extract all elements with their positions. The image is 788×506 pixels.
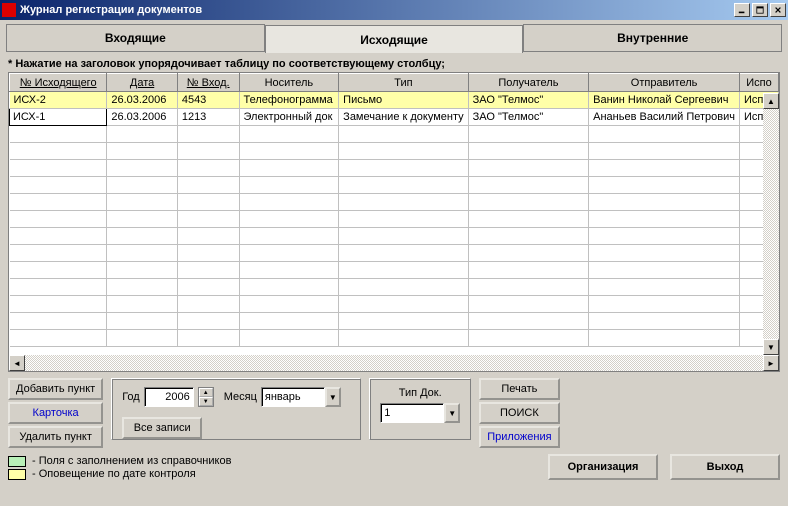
print-button[interactable]: Печать bbox=[479, 378, 559, 400]
attachments-button[interactable]: Приложения bbox=[479, 426, 559, 448]
table-row[interactable]: ИСХ-2 26.03.2006 4543 Телефонограмма Пис… bbox=[10, 92, 779, 109]
table-row-empty bbox=[10, 126, 779, 143]
documents-table: № Исходящего Дата № Вход. Носитель Тип П… bbox=[9, 73, 779, 347]
tab-internal[interactable]: Внутренние bbox=[523, 24, 782, 52]
table-row-empty bbox=[10, 177, 779, 194]
cell-recipient[interactable]: ЗАО "Телмос" bbox=[468, 109, 589, 126]
scroll-left-icon[interactable]: ◄ bbox=[9, 355, 25, 371]
cell-type[interactable]: Замечание к документу bbox=[339, 109, 468, 126]
tab-incoming[interactable]: Входящие bbox=[6, 24, 265, 52]
table-row-empty bbox=[10, 279, 779, 296]
table-row-empty bbox=[10, 262, 779, 279]
col-sender[interactable]: Отправитель bbox=[589, 74, 740, 92]
minimize-button[interactable] bbox=[734, 3, 750, 17]
legend-green-label: - Поля с заполнением из справочников bbox=[32, 455, 231, 467]
legend-yellow-label: - Оповещение по дате контроля bbox=[32, 468, 196, 480]
doctype-label: Тип Док. bbox=[399, 387, 442, 399]
table-row-empty bbox=[10, 194, 779, 211]
legend: - Поля с заполнением из справочников - О… bbox=[8, 454, 536, 481]
vertical-scrollbar[interactable]: ▲ ▼ bbox=[763, 93, 779, 355]
search-button[interactable]: ПОИСК bbox=[479, 402, 559, 424]
legend-swatch-yellow bbox=[8, 469, 26, 480]
cell-out-no-editing[interactable]: ИСХ-1 bbox=[10, 109, 107, 126]
cell-in-no[interactable]: 4543 bbox=[177, 92, 239, 109]
table-row-empty bbox=[10, 313, 779, 330]
cell-sender[interactable]: Ананьев Василий Петрович bbox=[589, 109, 740, 126]
close-button[interactable] bbox=[770, 3, 786, 17]
cell-out-no[interactable]: ИСХ-2 bbox=[10, 92, 107, 109]
month-select[interactable]: январь ▼ bbox=[261, 387, 341, 407]
grid-container: № Исходящего Дата № Вход. Носитель Тип П… bbox=[8, 72, 780, 372]
table-row-empty bbox=[10, 330, 779, 347]
organization-button[interactable]: Организация bbox=[548, 454, 658, 480]
scroll-down-icon[interactable]: ▼ bbox=[763, 339, 779, 355]
spin-down-icon[interactable]: ▼ bbox=[199, 397, 213, 406]
tab-strip: Входящие Исходящие Внутренние bbox=[6, 24, 782, 52]
table-row-empty bbox=[10, 143, 779, 160]
card-button[interactable]: Карточка bbox=[8, 402, 103, 424]
doctype-select[interactable]: 1 ▼ bbox=[380, 403, 460, 423]
scroll-right-icon[interactable]: ► bbox=[763, 355, 779, 371]
sort-hint: * Нажатие на заголовок упорядочивает таб… bbox=[8, 58, 780, 70]
add-item-button[interactable]: Добавить пункт bbox=[8, 378, 103, 400]
doctype-fieldset: Тип Док. 1 ▼ bbox=[369, 378, 471, 440]
chevron-down-icon[interactable]: ▼ bbox=[444, 403, 460, 423]
table-row-empty bbox=[10, 160, 779, 177]
col-carrier[interactable]: Носитель bbox=[239, 74, 339, 92]
legend-swatch-green bbox=[8, 456, 26, 467]
table-row-empty bbox=[10, 228, 779, 245]
cell-sender[interactable]: Ванин Николай Сергеевич bbox=[589, 92, 740, 109]
tab-outgoing[interactable]: Исходящие bbox=[265, 25, 524, 53]
exit-button[interactable]: Выход bbox=[670, 454, 780, 480]
filter-fieldset: Год 2006 ▲ ▼ Месяц январь ▼ Все записи bbox=[111, 378, 361, 440]
app-icon bbox=[2, 3, 16, 17]
year-input[interactable]: 2006 bbox=[144, 387, 194, 407]
maximize-button[interactable] bbox=[752, 3, 768, 17]
cell-in-no[interactable]: 1213 bbox=[177, 109, 239, 126]
col-type[interactable]: Тип bbox=[339, 74, 468, 92]
all-records-button[interactable]: Все записи bbox=[122, 417, 202, 439]
window-title: Журнал регистрации документов bbox=[20, 4, 734, 16]
cell-recipient[interactable]: ЗАО "Телмос" bbox=[468, 92, 589, 109]
chevron-down-icon[interactable]: ▼ bbox=[325, 387, 341, 407]
year-spinner[interactable]: ▲ ▼ bbox=[198, 387, 214, 407]
table-row-empty bbox=[10, 296, 779, 313]
scroll-up-icon[interactable]: ▲ bbox=[763, 93, 779, 109]
col-recipient[interactable]: Получатель bbox=[468, 74, 589, 92]
month-label: Месяц bbox=[224, 391, 257, 403]
col-out-no[interactable]: № Исходящего bbox=[10, 74, 107, 92]
titlebar: Журнал регистрации документов bbox=[0, 0, 788, 20]
col-date[interactable]: Дата bbox=[107, 74, 178, 92]
cell-carrier[interactable]: Телефонограмма bbox=[239, 92, 339, 109]
col-exec[interactable]: Испо bbox=[740, 74, 779, 92]
delete-item-button[interactable]: Удалить пункт bbox=[8, 426, 103, 448]
year-label: Год bbox=[122, 391, 140, 403]
table-row-empty bbox=[10, 245, 779, 262]
spin-up-icon[interactable]: ▲ bbox=[199, 388, 213, 397]
table-row[interactable]: ИСХ-1 26.03.2006 1213 Электронный док За… bbox=[10, 109, 779, 126]
cell-carrier[interactable]: Электронный док bbox=[239, 109, 339, 126]
table-row-empty bbox=[10, 211, 779, 228]
cell-type[interactable]: Письмо bbox=[339, 92, 468, 109]
cell-date[interactable]: 26.03.2006 bbox=[107, 92, 178, 109]
horizontal-scrollbar[interactable]: ◄ ► bbox=[9, 355, 779, 371]
cell-date[interactable]: 26.03.2006 bbox=[107, 109, 178, 126]
col-in-no[interactable]: № Вход. bbox=[177, 74, 239, 92]
